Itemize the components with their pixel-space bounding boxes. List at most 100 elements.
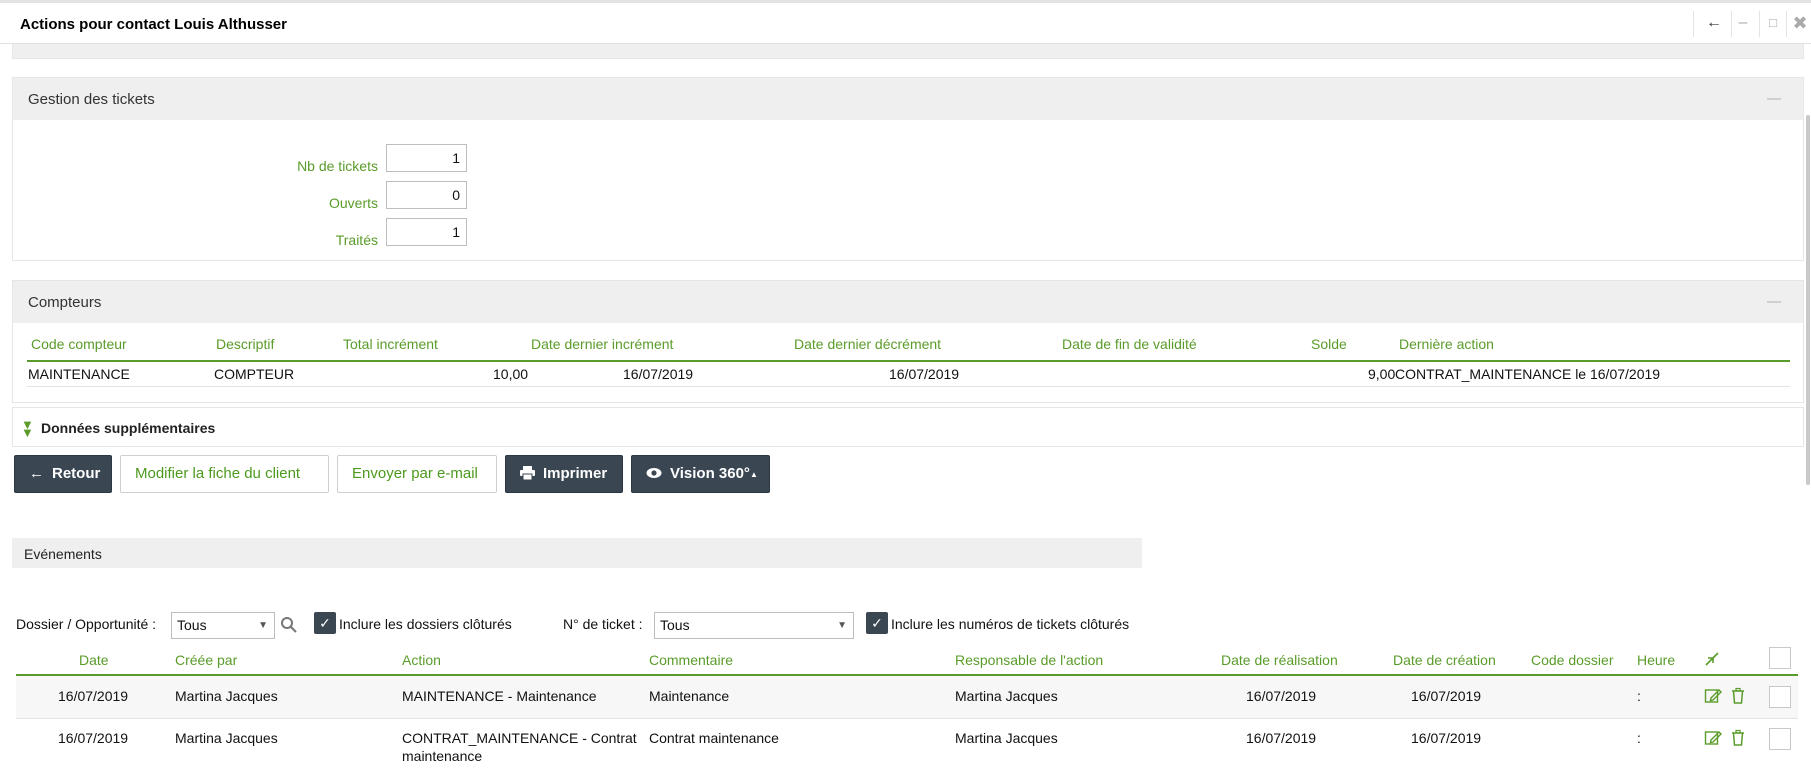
cell-date: 16/07/2019 <box>58 730 129 746</box>
arrow-left-icon: ← <box>29 465 44 482</box>
caret-down-icon: ▼ <box>258 620 268 631</box>
cell-responsable: Martina Jacques <box>955 730 1058 746</box>
cell-realisation: 16/07/2019 <box>1246 688 1317 704</box>
tickets-panel-header[interactable]: Gestion des tickets <box>13 78 1803 120</box>
maximize-icon[interactable]: □ <box>1763 13 1783 33</box>
col-header-code[interactable]: Code compteur <box>31 336 127 352</box>
row-checkbox[interactable] <box>1769 686 1791 708</box>
include-tickets-checkbox[interactable]: ✓ <box>866 612 888 634</box>
edit-icon[interactable] <box>1704 687 1722 705</box>
cell-descriptif: COMPTEUR <box>214 366 295 382</box>
compteurs-panel-title: Compteurs <box>28 294 102 311</box>
extra-data-section[interactable]: ▼ ▼ Données supplémentaires <box>12 407 1804 447</box>
cell-date-decrement: 16/07/2019 <box>889 366 960 382</box>
col-header-date-decrement[interactable]: Date dernier décrément <box>794 336 941 352</box>
include-tickets-label: Inclure les numéros de tickets clôturés <box>891 616 1130 632</box>
trash-icon[interactable] <box>1729 729 1747 747</box>
cell-derniere-action: CONTRAT_MAINTENANCE le 16/07/2019 <box>1395 366 1661 382</box>
field-label: Traités <box>335 232 378 248</box>
envoyer-email-button[interactable]: Envoyer par e-mail <box>337 455 497 493</box>
back-arrow-icon[interactable]: ← <box>1704 13 1724 33</box>
minimize-icon[interactable]: – <box>1733 13 1753 33</box>
col-header-fin-validite[interactable]: Date de fin de validité <box>1062 336 1197 352</box>
collapse-icon[interactable] <box>1767 98 1781 100</box>
col-header-commentaire[interactable]: Commentaire <box>649 652 733 668</box>
titlebar-separator <box>1693 11 1694 37</box>
imprimer-button[interactable]: Imprimer <box>505 455 623 493</box>
cell-solde: 9,00 <box>1368 366 1396 382</box>
col-header-creee-par[interactable]: Créée par <box>175 652 237 668</box>
col-header-responsable[interactable]: Responsable de l'action <box>955 652 1103 668</box>
cell-action: CONTRAT_MAINTENANCE - Contrat maintenanc… <box>402 730 637 764</box>
extra-data-label: Données supplémentaires <box>41 420 216 436</box>
field-nb-tickets: Nb de tickets <box>200 153 378 179</box>
modifier-fiche-button[interactable]: Modifier la fiche du client <box>120 455 329 493</box>
include-dossiers-checkbox[interactable]: ✓ <box>314 612 336 634</box>
field-label: Ouverts <box>328 195 378 211</box>
col-header-total[interactable]: Total incrément <box>343 336 438 352</box>
compteurs-panel-header[interactable]: Compteurs <box>13 281 1803 323</box>
table-row[interactable] <box>16 676 1798 718</box>
window-titlebar: Actions pour contact Louis Althusser ← –… <box>0 0 1811 44</box>
events-section-header: Evénements <box>12 538 1142 568</box>
cell-date: 16/07/2019 <box>58 688 129 704</box>
ticket-filter-label: N° de ticket : <box>563 616 643 632</box>
cell-creation: 16/07/2019 <box>1411 688 1482 704</box>
col-header-date-increment[interactable]: Date dernier incrément <box>531 336 673 352</box>
row-checkbox[interactable] <box>1769 728 1791 750</box>
dossier-select[interactable]: Tous ▼ <box>171 612 275 639</box>
collapsed-panel-strip <box>12 44 1804 59</box>
printer-icon <box>520 456 535 492</box>
cell-heure: : <box>1637 688 1641 704</box>
ouverts-input[interactable]: 0 <box>386 181 467 209</box>
traites-input[interactable]: 1 <box>386 218 467 246</box>
compress-icon[interactable] <box>1704 651 1720 667</box>
header-underline <box>27 360 1790 362</box>
col-header-derniere-action[interactable]: Dernière action <box>1399 336 1494 352</box>
field-label: Nb de tickets <box>297 158 378 174</box>
cell-code: MAINTENANCE <box>28 366 130 382</box>
titlebar-separator <box>1786 11 1787 37</box>
vision-360-label: Vision 360° <box>670 465 750 482</box>
vision-360-button[interactable]: Vision 360°▲ <box>631 455 770 493</box>
caret-up-icon: ▲ <box>749 470 758 479</box>
window-title: Actions pour contact Louis Althusser <box>20 16 287 33</box>
cell-date-increment: 16/07/2019 <box>623 366 694 382</box>
col-header-realisation[interactable]: Date de réalisation <box>1221 652 1338 668</box>
cell-total: 10,00 <box>493 366 529 382</box>
row-divider <box>27 386 1790 387</box>
field-ouverts: Ouverts <box>200 190 378 216</box>
modifier-fiche-label: Modifier la fiche du client <box>135 465 301 482</box>
col-header-heure[interactable]: Heure <box>1637 652 1675 668</box>
retour-label: Retour <box>52 465 101 482</box>
search-icon[interactable] <box>280 616 298 634</box>
caret-down-icon: ▼ <box>837 620 847 631</box>
eye-icon <box>646 456 662 492</box>
events-title: Evénements <box>24 546 102 562</box>
dossier-select-value: Tous <box>177 617 207 633</box>
cell-commentaire: Maintenance <box>649 688 730 704</box>
col-header-creation[interactable]: Date de création <box>1393 652 1496 668</box>
col-header-solde[interactable]: Solde <box>1311 336 1347 352</box>
row-divider <box>16 718 1798 719</box>
edit-icon[interactable] <box>1704 729 1722 747</box>
vertical-scrollbar[interactable] <box>1806 115 1810 485</box>
col-header-date[interactable]: Date <box>79 652 109 668</box>
cell-creee-par: Martina Jacques <box>175 688 278 704</box>
cell-creation: 16/07/2019 <box>1411 730 1482 746</box>
col-header-descriptif[interactable]: Descriptif <box>216 336 274 352</box>
col-header-action[interactable]: Action <box>402 652 441 668</box>
retour-button[interactable]: ← Retour <box>14 455 112 493</box>
field-traites: Traités <box>200 227 378 253</box>
ticket-select[interactable]: Tous ▼ <box>654 612 854 639</box>
cell-creee-par: Martina Jacques <box>175 730 278 746</box>
imprimer-label: Imprimer <box>543 465 608 482</box>
select-all-checkbox[interactable] <box>1769 647 1791 669</box>
close-icon[interactable]: ✖ <box>1790 13 1810 33</box>
nb-tickets-input[interactable]: 1 <box>386 144 467 172</box>
collapse-icon[interactable] <box>1767 301 1781 303</box>
trash-icon[interactable] <box>1729 687 1747 705</box>
dossier-filter-label: Dossier / Opportunité : <box>16 616 157 632</box>
col-header-code-dossier[interactable]: Code dossier <box>1531 652 1614 668</box>
include-dossiers-label: Inclure les dossiers clôturés <box>339 616 512 632</box>
